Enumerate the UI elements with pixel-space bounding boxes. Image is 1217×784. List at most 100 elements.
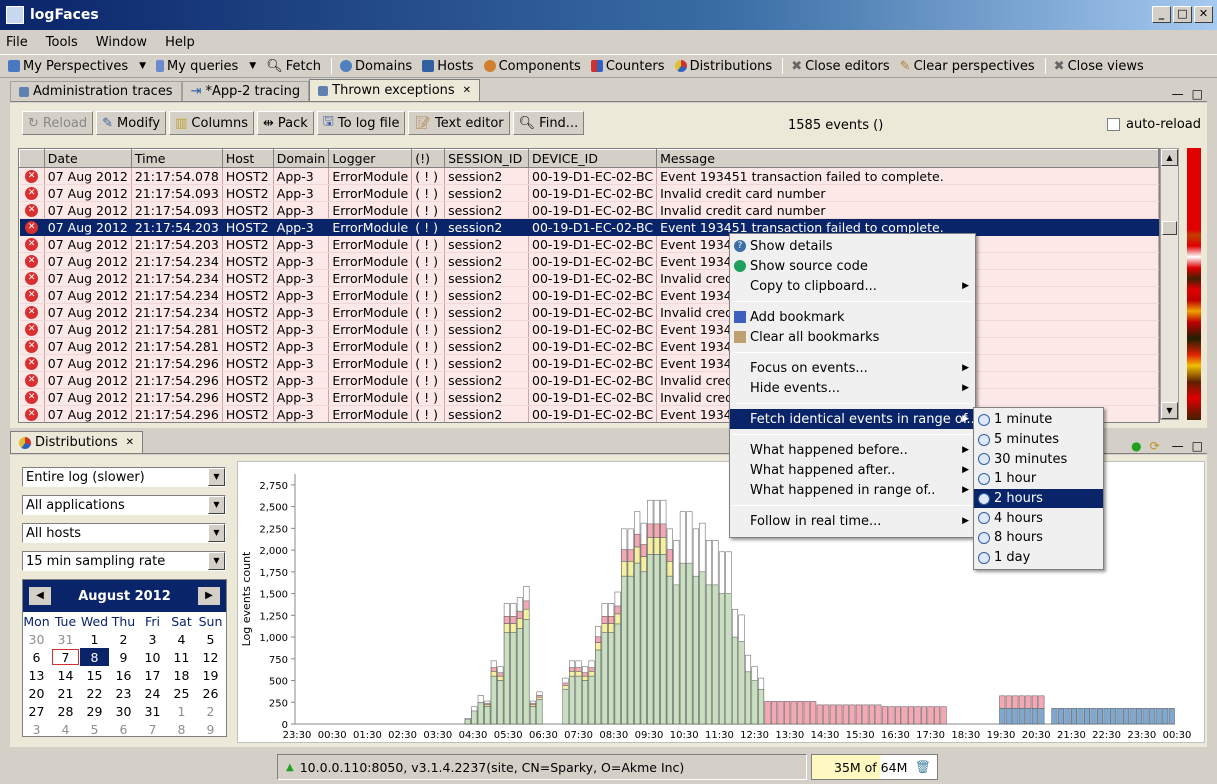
column-header[interactable] bbox=[19, 149, 45, 168]
column-header[interactable]: Time bbox=[130, 149, 223, 168]
sampling-rate-select[interactable]: 15 min sampling rate ▼ bbox=[22, 551, 226, 571]
trash-icon[interactable]: 🗑︎ bbox=[915, 759, 931, 775]
menu-focus-on-events[interactable]: Focus on events... ▶ bbox=[730, 358, 975, 378]
minimize-view-icon[interactable]: — bbox=[1172, 439, 1184, 453]
minimize-button[interactable]: _ bbox=[1152, 6, 1171, 23]
table-row[interactable]: ✕ 07 Aug 2012 21:17:54.296 HOST2 App-3 ErrorM… bbox=[19, 388, 1159, 406]
chevron-down-icon[interactable]: ▼ bbox=[249, 61, 256, 71]
checkbox-box[interactable] bbox=[1107, 118, 1120, 131]
calendar-day[interactable]: 31 bbox=[51, 630, 80, 648]
maximize-view-icon[interactable]: □ bbox=[1192, 439, 1203, 453]
severity-heat-strip[interactable] bbox=[1187, 148, 1201, 420]
table-row[interactable]: ✕ 07 Aug 2012 21:17:54.234 HOST2 App-3 ErrorM… bbox=[19, 303, 1159, 321]
close-tab-icon[interactable]: ✕ bbox=[126, 437, 134, 448]
maximize-view-icon[interactable]: □ bbox=[1192, 87, 1203, 101]
calendar-day[interactable]: 22 bbox=[80, 684, 109, 702]
pack-button[interactable]: ⇹ Pack bbox=[256, 111, 314, 135]
table-row[interactable]: ✕ 07 Aug 2012 21:17:54.281 HOST2 App-3 ErrorM… bbox=[19, 320, 1159, 338]
table-row[interactable]: ✕ 07 Aug 2012 21:17:54.203 HOST2 App-3 ErrorM… bbox=[19, 235, 1159, 253]
calendar-day[interactable]: 1 bbox=[80, 630, 109, 648]
scroll-up-button[interactable]: ▲ bbox=[1161, 149, 1178, 166]
table-row[interactable]: ✕ 07 Aug 2012 21:17:54.234 HOST2 App-3 ErrorM… bbox=[19, 286, 1159, 304]
log-scope-select[interactable]: Entire log (slower) ▼ bbox=[22, 467, 226, 487]
calendar-day[interactable]: 12 bbox=[196, 648, 225, 666]
calendar-day[interactable]: 2 bbox=[109, 630, 138, 648]
components-button[interactable]: Components bbox=[483, 59, 581, 74]
table-row[interactable]: ✕ 07 Aug 2012 21:17:54.234 HOST2 App-3 ErrorM… bbox=[19, 269, 1159, 287]
calendar-day[interactable]: 10 bbox=[138, 648, 167, 666]
calendar-day[interactable]: 17 bbox=[138, 666, 167, 684]
close-tab-icon[interactable]: ✕ bbox=[463, 85, 471, 96]
calendar-day[interactable]: 9 bbox=[109, 648, 138, 666]
chevron-down-icon[interactable]: ▼ bbox=[208, 552, 225, 570]
submenu-range-item[interactable]: 5 minutes bbox=[974, 430, 1103, 450]
table-row[interactable]: ✕ 07 Aug 2012 21:17:54.296 HOST2 App-3 ErrorM… bbox=[19, 354, 1159, 372]
calendar-day[interactable]: 8 bbox=[167, 720, 196, 738]
menu-file[interactable]: File bbox=[6, 35, 28, 50]
columns-button[interactable]: ▥ Columns bbox=[169, 111, 254, 135]
calendar-day[interactable]: 28 bbox=[51, 702, 80, 720]
table-row[interactable]: ✕ 07 Aug 2012 21:17:54.203 HOST2 App-3 ErrorM… bbox=[19, 218, 1159, 236]
column-header[interactable]: DEVICE_ID bbox=[527, 149, 658, 168]
my-queries-button[interactable]: My queries ▼ bbox=[156, 59, 256, 74]
tab-distributions[interactable]: Distributions ✕ bbox=[10, 431, 144, 453]
calendar-day[interactable]: 18 bbox=[167, 666, 196, 684]
next-month-button[interactable]: ▶ bbox=[197, 587, 220, 605]
menu-tools[interactable]: Tools bbox=[46, 35, 78, 50]
submenu-range-item[interactable]: 1 minute bbox=[974, 410, 1103, 430]
refresh-icon[interactable]: ⟳ bbox=[1150, 439, 1160, 453]
calendar-day[interactable]: 13 bbox=[22, 666, 51, 684]
calendar-day[interactable]: 19 bbox=[196, 666, 225, 684]
menu-what-happened-in-range[interactable]: What happened in range of.. ▶ bbox=[730, 480, 975, 500]
calendar-day[interactable]: 5 bbox=[196, 630, 225, 648]
calendar-day[interactable]: 14 bbox=[51, 666, 80, 684]
calendar-day[interactable]: 27 bbox=[22, 702, 51, 720]
calendar-day[interactable]: 15 bbox=[80, 666, 109, 684]
submenu-range-item[interactable]: 30 minutes bbox=[974, 449, 1103, 469]
hosts-select[interactable]: All hosts ▼ bbox=[22, 523, 226, 543]
modify-button[interactable]: ✎ Modify bbox=[96, 111, 167, 135]
menu-add-bookmark[interactable]: Add bookmark bbox=[730, 307, 975, 327]
clear-perspectives-button[interactable]: ✎ Clear perspectives bbox=[900, 59, 1035, 74]
domains-button[interactable]: Domains bbox=[339, 59, 412, 74]
calendar-day[interactable]: 5 bbox=[80, 720, 109, 738]
text-editor-button[interactable]: 📝︎ Text editor bbox=[408, 111, 510, 135]
submenu-range-item[interactable]: 4 hours bbox=[974, 508, 1103, 528]
tab-thrown-exceptions[interactable]: Thrown exceptions ✕ bbox=[309, 79, 481, 101]
column-header[interactable]: Message bbox=[656, 149, 1159, 168]
calendar-day[interactable]: 6 bbox=[109, 720, 138, 738]
menu-fetch-identical-events[interactable]: Fetch identical events in range of... ▶ bbox=[730, 409, 979, 429]
calendar-day[interactable]: 7 bbox=[51, 648, 80, 666]
memory-indicator[interactable]: 35M of 64M 🗑︎ bbox=[811, 754, 938, 780]
menu-clear-bookmarks[interactable]: Clear all bookmarks bbox=[730, 327, 975, 347]
menu-what-happened-after[interactable]: What happened after.. ▶ bbox=[730, 460, 975, 480]
close-editors-button[interactable]: ✖ Close editors bbox=[791, 59, 889, 74]
calendar-day[interactable]: 23 bbox=[109, 684, 138, 702]
chevron-down-icon[interactable]: ▼ bbox=[208, 524, 225, 542]
menu-window[interactable]: Window bbox=[96, 35, 147, 50]
calendar-day[interactable]: 1 bbox=[167, 702, 196, 720]
to-log-file-button[interactable]: 🖫︎ To log file bbox=[316, 111, 406, 135]
calendar-day[interactable]: 11 bbox=[167, 648, 196, 666]
menu-hide-events[interactable]: Hide events... ▶ bbox=[730, 378, 975, 398]
column-header[interactable]: Date bbox=[43, 149, 132, 168]
column-header[interactable]: Domain bbox=[272, 149, 330, 168]
reload-button[interactable]: ↻ Reload bbox=[22, 111, 94, 135]
menu-show-details[interactable]: ? Show details bbox=[730, 236, 975, 256]
calendar-day[interactable]: 4 bbox=[167, 630, 196, 648]
table-row[interactable]: ✕ 07 Aug 2012 21:17:54.296 HOST2 App-3 ErrorM… bbox=[19, 371, 1159, 389]
column-header[interactable]: SESSION_ID bbox=[444, 149, 529, 168]
calendar-day[interactable]: 3 bbox=[22, 720, 51, 738]
scroll-thumb[interactable] bbox=[1162, 221, 1177, 235]
applications-select[interactable]: All applications ▼ bbox=[22, 495, 226, 515]
counters-button[interactable]: Counters bbox=[590, 59, 665, 74]
table-row[interactable]: ✕ 07 Aug 2012 21:17:54.093 HOST2 App-3 ErrorM… bbox=[19, 184, 1159, 202]
table-row[interactable]: ✕ 07 Aug 2012 21:17:54.093 HOST2 App-3 ErrorM… bbox=[19, 201, 1159, 219]
calendar-day[interactable]: 26 bbox=[196, 684, 225, 702]
calendar-day[interactable]: 24 bbox=[138, 684, 167, 702]
submenu-range-item[interactable]: 2 hours bbox=[974, 488, 1103, 509]
submenu-range-item[interactable]: 1 day bbox=[974, 548, 1103, 568]
menu-follow-real-time[interactable]: Follow in real time... ▶ bbox=[730, 511, 975, 531]
submenu-range-item[interactable]: 8 hours bbox=[974, 528, 1103, 548]
tab-administration-traces[interactable]: Administration traces bbox=[10, 81, 182, 101]
